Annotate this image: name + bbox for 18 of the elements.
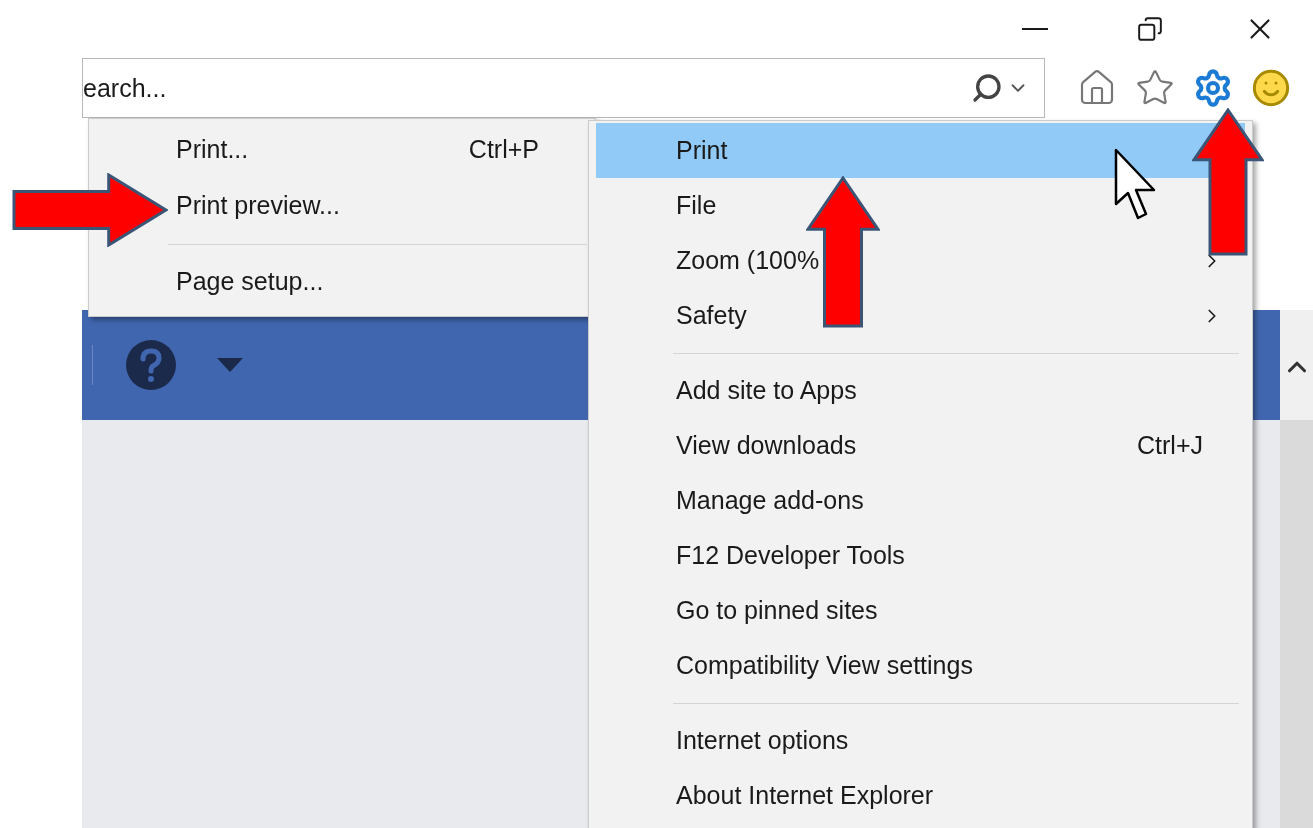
menu-item[interactable]: Manage add-ons [596,473,1245,528]
menu-item[interactable]: Internet options [596,713,1245,768]
search-icon[interactable] [971,72,1003,104]
menu-item[interactable]: Add site to Apps [596,363,1245,418]
menu-item[interactable]: Print [596,123,1245,178]
menu-item[interactable]: F12 Developer Tools [596,528,1245,583]
menu-item[interactable]: View downloads Ctrl+J [596,418,1245,473]
restore-icon [1136,16,1163,42]
search-field[interactable]: earch... [82,58,1045,118]
smiley-icon[interactable] [1251,68,1291,108]
menu-item[interactable]: About Internet Explorer [596,768,1245,823]
minimize-icon [1021,28,1048,30]
menu-item[interactable]: Compatibility View settings [596,638,1245,693]
help-icon[interactable] [125,339,177,391]
menu-item[interactable]: Safety [596,288,1245,343]
settings-icon[interactable] [1193,68,1233,108]
menu-item[interactable]: Go to pinned sites [596,583,1245,638]
scrollbar[interactable] [1280,310,1313,420]
